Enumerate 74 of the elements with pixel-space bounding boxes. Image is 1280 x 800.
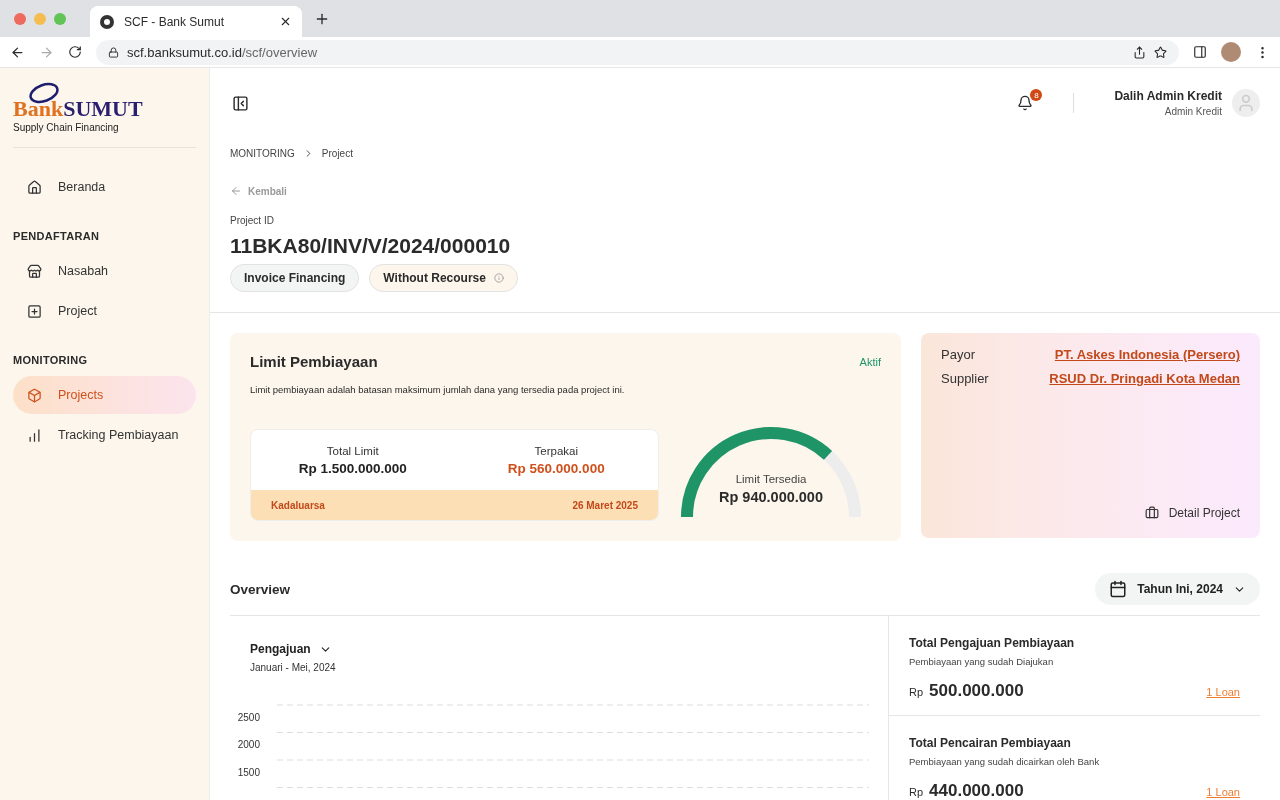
stat-title: Total Pencairan Pembiayaan — [909, 736, 1072, 750]
store-icon — [27, 263, 42, 279]
home-icon — [27, 179, 42, 195]
party-label: Supplier — [941, 371, 990, 386]
star-icon[interactable] — [1154, 45, 1167, 59]
used-label: Terpakai — [534, 444, 578, 457]
box-icon — [27, 387, 42, 403]
logo-bank-text: Bank — [13, 96, 64, 122]
currency-label: Rp — [909, 786, 924, 798]
party-label: Payor — [941, 347, 976, 362]
project-id-label: Project ID — [230, 215, 275, 226]
axis-label: 1500 — [237, 766, 260, 778]
metric-dropdown[interactable]: Pengajuan — [230, 642, 332, 656]
lock-icon — [108, 46, 119, 58]
collapse-sidebar-icon[interactable] — [232, 94, 249, 112]
back-icon[interactable] — [10, 44, 25, 60]
sidebar-item[interactable]: Project — [13, 292, 196, 330]
stat-amount: 440.000.000 — [929, 781, 1025, 800]
chart-range: Januari - Mei, 2024 — [250, 662, 337, 673]
gauge-label: Limit Tersedia — [735, 473, 807, 485]
sidebar-item[interactable]: Beranda — [13, 168, 196, 206]
briefcase-icon — [1144, 506, 1159, 520]
axis-label: 2500 — [237, 711, 260, 723]
close-window-icon — [14, 12, 26, 25]
party-link[interactable]: PT. Askes Indonesia (Persero) — [1041, 347, 1240, 362]
browser-tab[interactable]: SCF - Bank Sumut — [90, 6, 302, 37]
sidebar-item[interactable]: Tracking Pembiayaan — [13, 416, 196, 454]
bell-icon[interactable] — [1017, 95, 1034, 111]
project-tag: Invoice Financing — [230, 264, 360, 292]
profile-avatar[interactable] — [1221, 42, 1241, 62]
calendar-icon — [1109, 580, 1128, 598]
logo-sumut-text: SUMUT — [63, 96, 143, 122]
total-limit-value: Rp 1.500.000.000 — [298, 460, 407, 476]
minimize-window-icon — [34, 12, 46, 25]
stat-title: Total Pengajuan Pembiayaan — [909, 636, 1076, 650]
browser-logo-icon — [100, 14, 114, 29]
address-bar[interactable]: scf.banksumut.co.id/scf/overview — [96, 39, 1179, 65]
user-name: Dalih Admin Kredit — [1114, 89, 1222, 103]
section-heading: PENDAFTARAN — [13, 230, 101, 242]
info-icon — [493, 273, 504, 283]
card-description: Limit pembiayaan adalah batasan maksimum jumlah dana yang tersedia pada project ini. — [250, 384, 626, 395]
expiry-bar: Kadaluarsa 26 Maret 2025 — [251, 490, 658, 520]
period-dropdown[interactable]: Tahun Ini, 2024 — [1095, 573, 1260, 605]
section-heading: MONITORING — [13, 354, 89, 366]
maximize-window-icon — [54, 12, 66, 25]
sidebar-item[interactable]: Projects — [13, 376, 196, 414]
breadcrumb-item[interactable]: Project — [321, 148, 353, 159]
party-link[interactable]: RSUD Dr. Pringadi Kota Medan — [1041, 371, 1240, 386]
stat-subtitle: Pembiayaan yang sudah Diajukan — [909, 656, 1055, 667]
detail-project-link[interactable]: Detail Project — [1144, 506, 1240, 520]
sidebar-item[interactable]: Nasabah — [13, 252, 196, 290]
side-panel-icon[interactable] — [1193, 45, 1207, 59]
axis-label: 2000 — [237, 739, 260, 750]
currency-label: Rp — [909, 686, 924, 698]
user-role: Admin Kredit — [1164, 106, 1222, 117]
status-label: Aktif — [859, 355, 881, 368]
section-title: Overview — [230, 581, 291, 597]
card-title: Limit Pembiayaan — [250, 353, 379, 370]
total-limit-label: Total Limit — [326, 444, 379, 457]
project-tag: Without Recourse — [369, 264, 518, 292]
logo-tagline: Supply Chain Financing — [13, 122, 120, 133]
arrow-left-icon — [230, 185, 242, 197]
share-icon[interactable] — [1133, 45, 1146, 59]
breadcrumb-item[interactable]: MONITORING — [230, 148, 295, 159]
used-value: Rp 560.000.000 — [507, 460, 605, 476]
project-id: 11BKA80/INV/V/2024/000010 — [230, 234, 512, 258]
plus-square-icon — [27, 303, 42, 319]
stat-amount: 500.000.000 — [929, 681, 1025, 701]
notification-count: 8 — [1030, 89, 1043, 101]
bar-chart-icon — [27, 427, 42, 443]
close-icon[interactable] — [279, 15, 292, 28]
available-limit-value: Rp 940.000.000 — [719, 489, 823, 505]
stat-subtitle: Pembiayaan yang sudah dicairkan oleh Bank — [909, 756, 1101, 767]
reload-icon[interactable] — [68, 45, 82, 59]
